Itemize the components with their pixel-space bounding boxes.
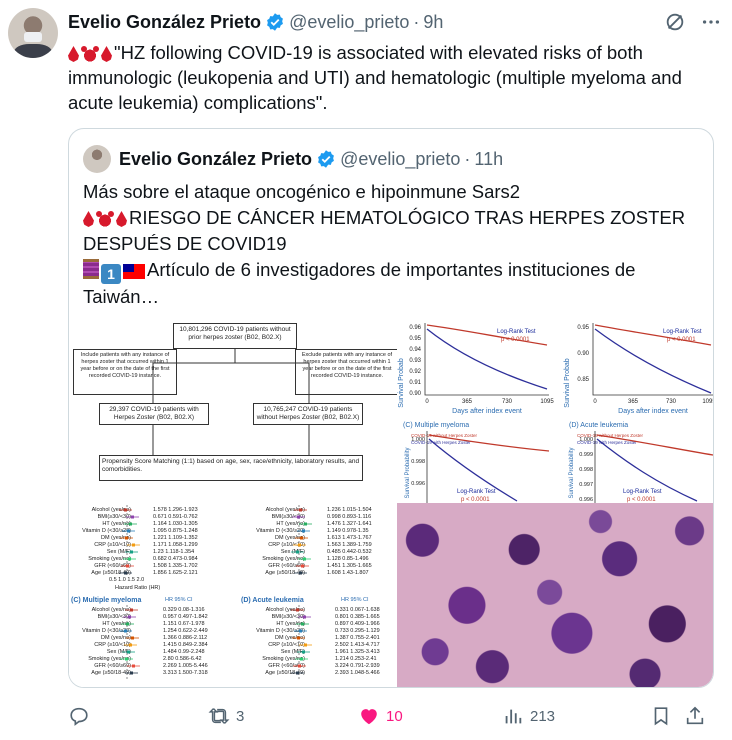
heart-icon[interactable] xyxy=(358,705,380,727)
share-icon[interactable] xyxy=(684,705,706,727)
quoted-line-3: Artículo de 6 investigadores de importan… xyxy=(83,259,636,307)
quoted-line-1: Más sobre el ataque oncogénico e hipoinm… xyxy=(83,181,521,202)
views-icon[interactable] xyxy=(502,705,524,727)
km-ytick: 0.999 xyxy=(579,452,593,458)
author-name[interactable]: Evelio González Prieto xyxy=(68,12,261,33)
article-figure-collage[interactable]: 10,801,296 COVID-19 patients without pri… xyxy=(69,323,714,687)
grok-icon[interactable] xyxy=(664,11,686,33)
km-xtick: 730 xyxy=(666,399,677,405)
km-curves-panel: Survival Probab 0.96 0.95 0.94 0.93 0.92 0.91 0… xyxy=(397,323,714,503)
share-action[interactable] xyxy=(684,705,706,727)
drop-of-blood-icon xyxy=(83,211,94,227)
km-xtick: 730 xyxy=(502,399,513,405)
km-xtick: 1095 xyxy=(540,399,554,405)
author-avatar[interactable] xyxy=(8,8,58,58)
km-ytick: 0.91 xyxy=(409,380,421,386)
quoted-tweet[interactable]: Evelio González Prieto @evelio_prieto · … xyxy=(68,128,714,688)
km-ytick: 0.92 xyxy=(409,369,421,375)
bookmark-action[interactable] xyxy=(650,705,684,727)
author-handle[interactable]: @evelio_prieto xyxy=(289,12,409,33)
km-ytick: 1.000 xyxy=(579,437,593,443)
tweet-body: "HZ following COVID-19 is associated wit… xyxy=(68,42,682,113)
views-action[interactable]: 213 xyxy=(502,705,650,727)
km-test-label: Log-Rank Test xyxy=(497,329,536,335)
km-ytick: 0.93 xyxy=(409,358,421,364)
crab-icon xyxy=(81,46,99,62)
km-test-label: Log-Rank Test xyxy=(663,329,702,335)
taiwan-flag-icon xyxy=(123,264,145,279)
tweet-header: Evelio González Prieto @evelio_prieto · … xyxy=(68,10,722,34)
km-ytick: 0.95 xyxy=(577,325,589,331)
quoted-tweet-header: Evelio González Prieto @evelio_prieto · … xyxy=(83,145,503,173)
verified-badge-icon xyxy=(318,150,334,168)
bookmark-icon[interactable] xyxy=(650,705,672,727)
km-xtick: 0 xyxy=(593,399,597,405)
km-ylabel: Survival Probability xyxy=(569,447,575,498)
separator-dot: · xyxy=(413,11,420,32)
more-options-icon[interactable] xyxy=(700,11,722,33)
tweet-time[interactable]: 9h xyxy=(423,12,443,33)
quoted-author-avatar xyxy=(83,145,111,173)
drop-of-blood-icon xyxy=(101,46,112,62)
retweet-action[interactable]: 3 xyxy=(208,705,358,727)
km-ytick: 0.94 xyxy=(409,347,421,353)
bone-marrow-microscopy-image xyxy=(397,503,713,687)
quoted-line-2: RIESGO DE CÁNCER HEMATOLÓGICO TRAS HERPE… xyxy=(83,207,686,254)
flowchart-panel: 10,801,296 COVID-19 patients without pri… xyxy=(69,323,399,503)
crab-icon xyxy=(96,211,114,227)
thread-spool-icon xyxy=(83,259,99,279)
retweet-count: 3 xyxy=(236,707,245,725)
tweet-text: "HZ following COVID-19 is associated wit… xyxy=(68,40,718,115)
km-mm-title: (C) Multiple myeloma xyxy=(403,422,469,429)
km-p-value: p < 0.0001 xyxy=(501,337,530,343)
km-ytick: 0.90 xyxy=(409,391,421,397)
km-curves-svg: Survival Probab 0.96 0.95 0.94 0.93 0.92 0.91 0… xyxy=(398,323,714,503)
like-action[interactable]: 10 xyxy=(358,705,502,727)
km-ytick: 1.000 xyxy=(411,437,425,443)
km-p-value: p < 0.0001 xyxy=(667,337,696,343)
km-ytick: 0.998 xyxy=(411,459,425,465)
reply-action[interactable] xyxy=(68,705,208,727)
km-ytick: 0.997 xyxy=(579,482,593,488)
quoted-author-name: Evelio González Prieto xyxy=(119,148,313,169)
km-ytick: 0.96 xyxy=(409,325,421,331)
km-xlabel: Days after index event xyxy=(452,408,522,415)
verified-badge-icon xyxy=(267,13,283,31)
km-ylabel: Survival Probab xyxy=(564,358,571,408)
km-ytick: 0.998 xyxy=(579,467,593,473)
km-ytick: 0.996 xyxy=(411,481,425,487)
like-count: 10 xyxy=(386,707,403,725)
km-test-label: Log-Rank Test xyxy=(457,489,496,495)
km-xtick: 1095 xyxy=(702,399,714,405)
km-ylabel: Survival Probability xyxy=(405,447,411,498)
views-count: 213 xyxy=(530,707,556,725)
km-ylabel: Survival Probab xyxy=(398,358,405,408)
km-xtick: 0 xyxy=(425,399,429,405)
keycap-one-icon: 1 xyxy=(101,264,121,284)
forest-plots-panel: Alcohol (yes/no) 1.578 1.296-1.923 Alcohol… xyxy=(69,503,397,687)
km-xtick: 365 xyxy=(462,399,473,405)
reply-icon[interactable] xyxy=(68,705,90,727)
km-ytick: 0.90 xyxy=(577,351,589,357)
retweet-icon[interactable] xyxy=(208,705,230,727)
quoted-author-handle: @evelio_prieto xyxy=(340,148,461,169)
km-xtick: 365 xyxy=(628,399,639,405)
km-al-title: (D) Acute leukemia xyxy=(569,422,628,429)
km-ytick: 0.85 xyxy=(577,377,589,383)
forest-markers xyxy=(119,505,312,679)
quoted-tweet-time: 11h xyxy=(474,148,504,169)
drop-of-blood-icon xyxy=(116,211,127,227)
separator-dot: · xyxy=(464,148,471,169)
flow-arrows xyxy=(152,349,310,455)
km-test-label: Log-Rank Test xyxy=(623,489,662,495)
tweet-actions-bar: 3 10 213 xyxy=(68,702,718,730)
km-ytick: 0.95 xyxy=(409,336,421,342)
drop-of-blood-icon xyxy=(68,46,79,62)
km-xlabel: Days after index event xyxy=(618,408,688,415)
quoted-tweet-text: Más sobre el ataque oncogénico e hipoinm… xyxy=(83,179,703,310)
